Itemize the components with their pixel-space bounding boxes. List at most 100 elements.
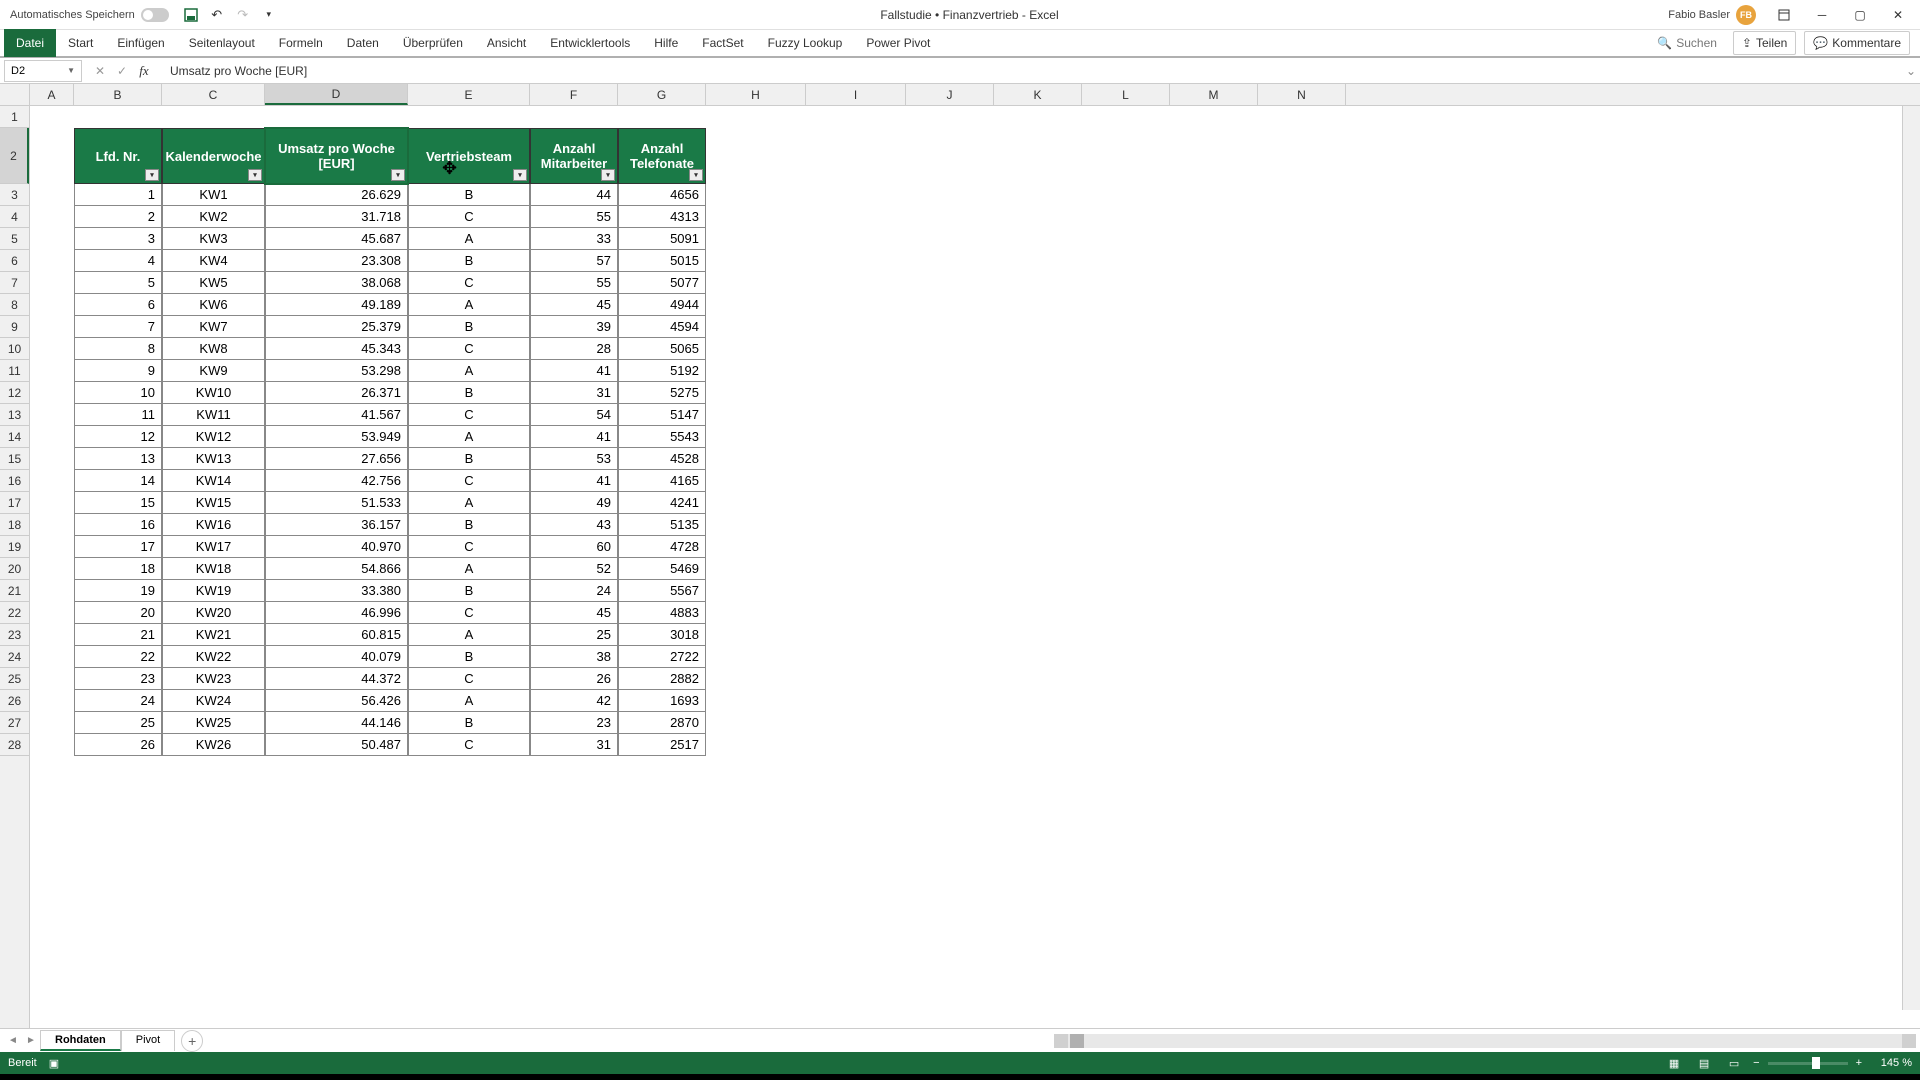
- cell[interactable]: B: [408, 184, 530, 206]
- row-header-28[interactable]: 28: [0, 734, 29, 756]
- cell[interactable]: C: [408, 272, 530, 294]
- cell[interactable]: 26: [74, 734, 162, 756]
- cell[interactable]: 22: [74, 646, 162, 668]
- row-header-27[interactable]: 27: [0, 712, 29, 734]
- cell[interactable]: 4241: [618, 492, 706, 514]
- search-box[interactable]: 🔍 Suchen: [1649, 36, 1725, 50]
- cell[interactable]: 28: [530, 338, 618, 360]
- row-header-25[interactable]: 25: [0, 668, 29, 690]
- cell[interactable]: 21: [74, 624, 162, 646]
- cell[interactable]: 3: [74, 228, 162, 250]
- zoom-out-icon[interactable]: −: [1753, 1057, 1759, 1069]
- row-header-5[interactable]: 5: [0, 228, 29, 250]
- cell[interactable]: 45.343: [265, 338, 408, 360]
- row-header-17[interactable]: 17: [0, 492, 29, 514]
- cell[interactable]: 7: [74, 316, 162, 338]
- row-header-26[interactable]: 26: [0, 690, 29, 712]
- close-button[interactable]: ✕: [1880, 1, 1916, 29]
- row-header-20[interactable]: 20: [0, 558, 29, 580]
- cell[interactable]: KW24: [162, 690, 265, 712]
- select-all-corner[interactable]: [0, 84, 30, 106]
- cell[interactable]: C: [408, 338, 530, 360]
- cell[interactable]: 31: [530, 382, 618, 404]
- column-header-E[interactable]: E: [408, 84, 530, 105]
- cell[interactable]: 4528: [618, 448, 706, 470]
- chevron-down-icon[interactable]: ▼: [67, 66, 75, 75]
- row-header-16[interactable]: 16: [0, 470, 29, 492]
- cell[interactable]: 5091: [618, 228, 706, 250]
- cell[interactable]: 5015: [618, 250, 706, 272]
- cell[interactable]: 5065: [618, 338, 706, 360]
- column-header-J[interactable]: J: [906, 84, 994, 105]
- ribbon-tab-entwicklertools[interactable]: Entwicklertools: [538, 29, 642, 57]
- autosave-toggle[interactable]: Automatisches Speichern: [4, 8, 175, 22]
- cell[interactable]: 4728: [618, 536, 706, 558]
- cell[interactable]: 53: [530, 448, 618, 470]
- cell[interactable]: 50.487: [265, 734, 408, 756]
- cell[interactable]: 41: [530, 426, 618, 448]
- cell[interactable]: 5469: [618, 558, 706, 580]
- sheet-tab-pivot[interactable]: Pivot: [121, 1030, 175, 1051]
- cell[interactable]: 1693: [618, 690, 706, 712]
- cell[interactable]: 55: [530, 272, 618, 294]
- cell[interactable]: 40.079: [265, 646, 408, 668]
- row-header-7[interactable]: 7: [0, 272, 29, 294]
- worksheet-grid[interactable]: ABCDEFGHIJKLMN 1234567891011121314151617…: [0, 84, 1920, 1028]
- cell[interactable]: 5135: [618, 514, 706, 536]
- cell[interactable]: 39: [530, 316, 618, 338]
- cell[interactable]: 60: [530, 536, 618, 558]
- cell[interactable]: A: [408, 228, 530, 250]
- table-header[interactable]: Vertriebsteam▾: [408, 128, 530, 184]
- share-button[interactable]: ⇪ Teilen: [1733, 31, 1796, 55]
- cell[interactable]: KW18: [162, 558, 265, 580]
- cell[interactable]: 40.970: [265, 536, 408, 558]
- cell[interactable]: 26.629: [265, 184, 408, 206]
- cell[interactable]: 3018: [618, 624, 706, 646]
- column-header-D[interactable]: D: [265, 84, 408, 105]
- cell[interactable]: 26: [530, 668, 618, 690]
- cell[interactable]: 44: [530, 184, 618, 206]
- cell[interactable]: 41: [530, 470, 618, 492]
- cell[interactable]: KW1: [162, 184, 265, 206]
- cell[interactable]: A: [408, 294, 530, 316]
- cell[interactable]: 4883: [618, 602, 706, 624]
- cell[interactable]: 60.815: [265, 624, 408, 646]
- cell[interactable]: 2: [74, 206, 162, 228]
- row-header-10[interactable]: 10: [0, 338, 29, 360]
- cell[interactable]: 25: [530, 624, 618, 646]
- row-header-24[interactable]: 24: [0, 646, 29, 668]
- cell[interactable]: 2722: [618, 646, 706, 668]
- row-header-8[interactable]: 8: [0, 294, 29, 316]
- cell[interactable]: 23: [74, 668, 162, 690]
- filter-dropdown-icon[interactable]: ▾: [145, 169, 159, 181]
- table-header[interactable]: Anzahl Telefonate▾: [618, 128, 706, 184]
- cell[interactable]: C: [408, 602, 530, 624]
- cell[interactable]: 45: [530, 602, 618, 624]
- account-button[interactable]: Fabio Basler FB: [1660, 5, 1764, 25]
- row-header-1[interactable]: 1: [0, 106, 29, 128]
- cell[interactable]: 5275: [618, 382, 706, 404]
- cell[interactable]: C: [408, 734, 530, 756]
- column-header-K[interactable]: K: [994, 84, 1082, 105]
- cell[interactable]: 4165: [618, 470, 706, 492]
- column-header-C[interactable]: C: [162, 84, 265, 105]
- ribbon-tab-formeln[interactable]: Formeln: [267, 29, 335, 57]
- cell[interactable]: 18: [74, 558, 162, 580]
- cell[interactable]: 53.949: [265, 426, 408, 448]
- cell[interactable]: KW5: [162, 272, 265, 294]
- cell[interactable]: 2870: [618, 712, 706, 734]
- cell[interactable]: 10: [74, 382, 162, 404]
- row-header-13[interactable]: 13: [0, 404, 29, 426]
- cell[interactable]: C: [408, 404, 530, 426]
- cell[interactable]: 15: [74, 492, 162, 514]
- cell[interactable]: 8: [74, 338, 162, 360]
- save-icon[interactable]: [181, 5, 201, 25]
- cell[interactable]: 11: [74, 404, 162, 426]
- cell[interactable]: 4656: [618, 184, 706, 206]
- cell[interactable]: KW8: [162, 338, 265, 360]
- cell[interactable]: 46.996: [265, 602, 408, 624]
- cell[interactable]: 2882: [618, 668, 706, 690]
- cell[interactable]: 38.068: [265, 272, 408, 294]
- row-header-18[interactable]: 18: [0, 514, 29, 536]
- cell[interactable]: 25.379: [265, 316, 408, 338]
